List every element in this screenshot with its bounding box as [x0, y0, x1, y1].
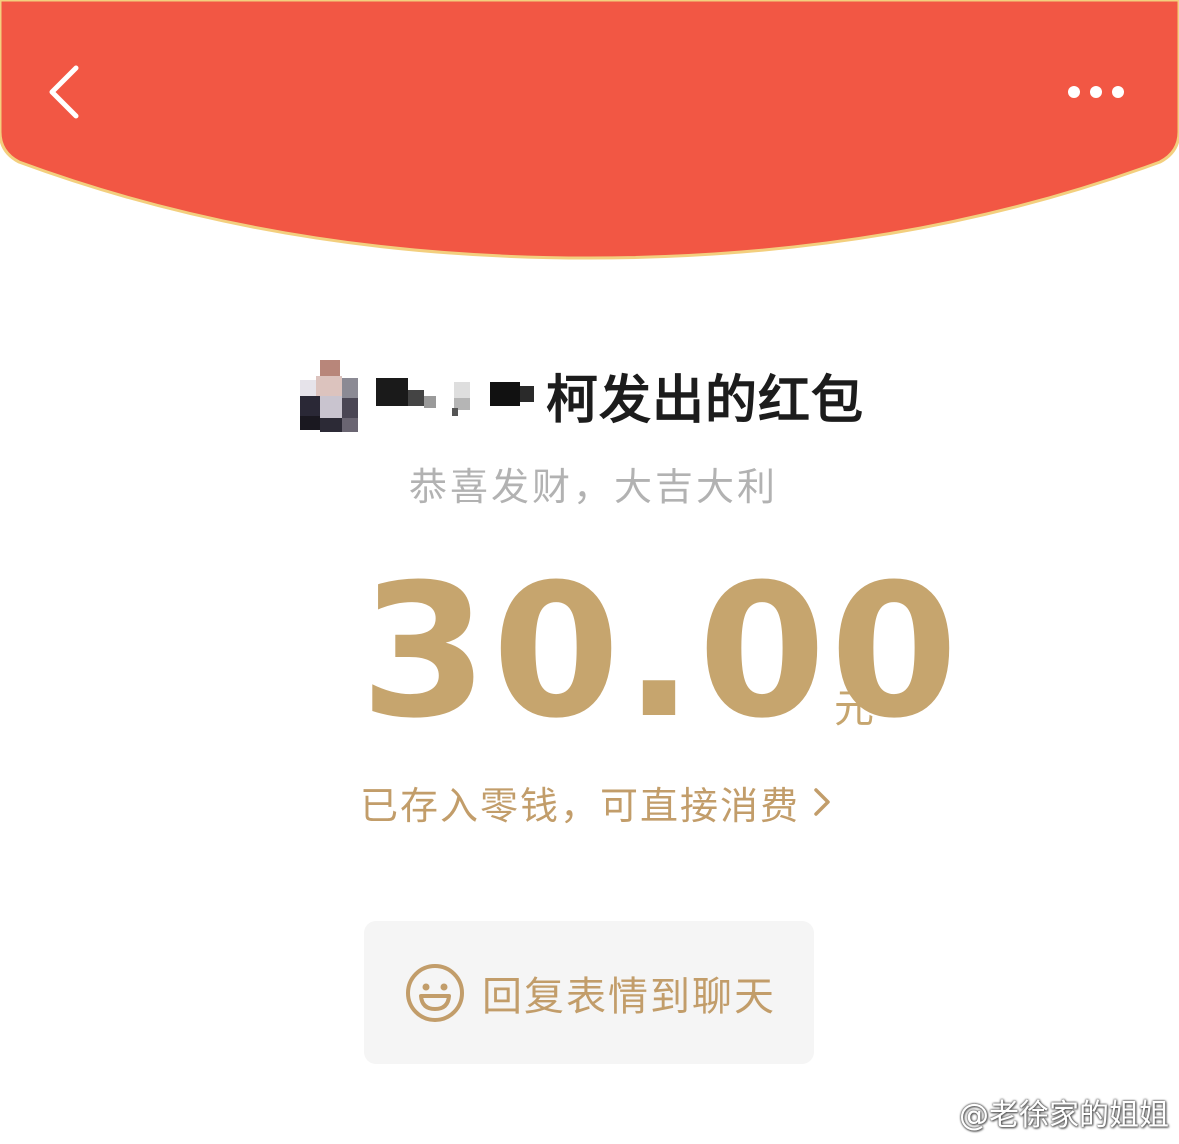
weibo-icon: [916, 1099, 953, 1129]
back-button[interactable]: [36, 56, 100, 128]
chevron-left-icon: [49, 65, 79, 119]
watermark-text: @老徐家的姐姐: [959, 1098, 1169, 1133]
masked-sender-name: [376, 378, 534, 416]
header-background: [0, 0, 1179, 260]
change-balance-link[interactable]: 已存入零钱，可直接消费: [360, 776, 834, 828]
watermark: @老徐家的姐姐: [915, 1090, 1169, 1134]
smile-icon: [406, 963, 464, 1022]
red-packet-header: [0, 0, 1179, 260]
more-dots-icon: [1068, 86, 1124, 98]
reply-sticker-button[interactable]: 回复表情到聊天: [364, 921, 814, 1064]
chevron-right-icon: [814, 788, 830, 816]
sender-title: 柯发出的红包: [546, 371, 865, 431]
sender-row: 柯发出的红包: [0, 350, 1179, 440]
sender-avatar[interactable]: [296, 356, 360, 434]
greeting-text: 恭喜发财，大吉大利: [408, 465, 778, 509]
more-button[interactable]: [1056, 70, 1136, 114]
change-link-label: 已存入零钱，可直接消费: [360, 783, 801, 828]
reply-button-label: 回复表情到聊天: [482, 973, 776, 1020]
red-packet-detail-page: 柯发出的红包 恭喜发财，大吉大利 30.00 元 已存入零钱，可直接消费 回复表…: [0, 0, 1179, 1144]
amount-unit: 元: [834, 686, 874, 732]
